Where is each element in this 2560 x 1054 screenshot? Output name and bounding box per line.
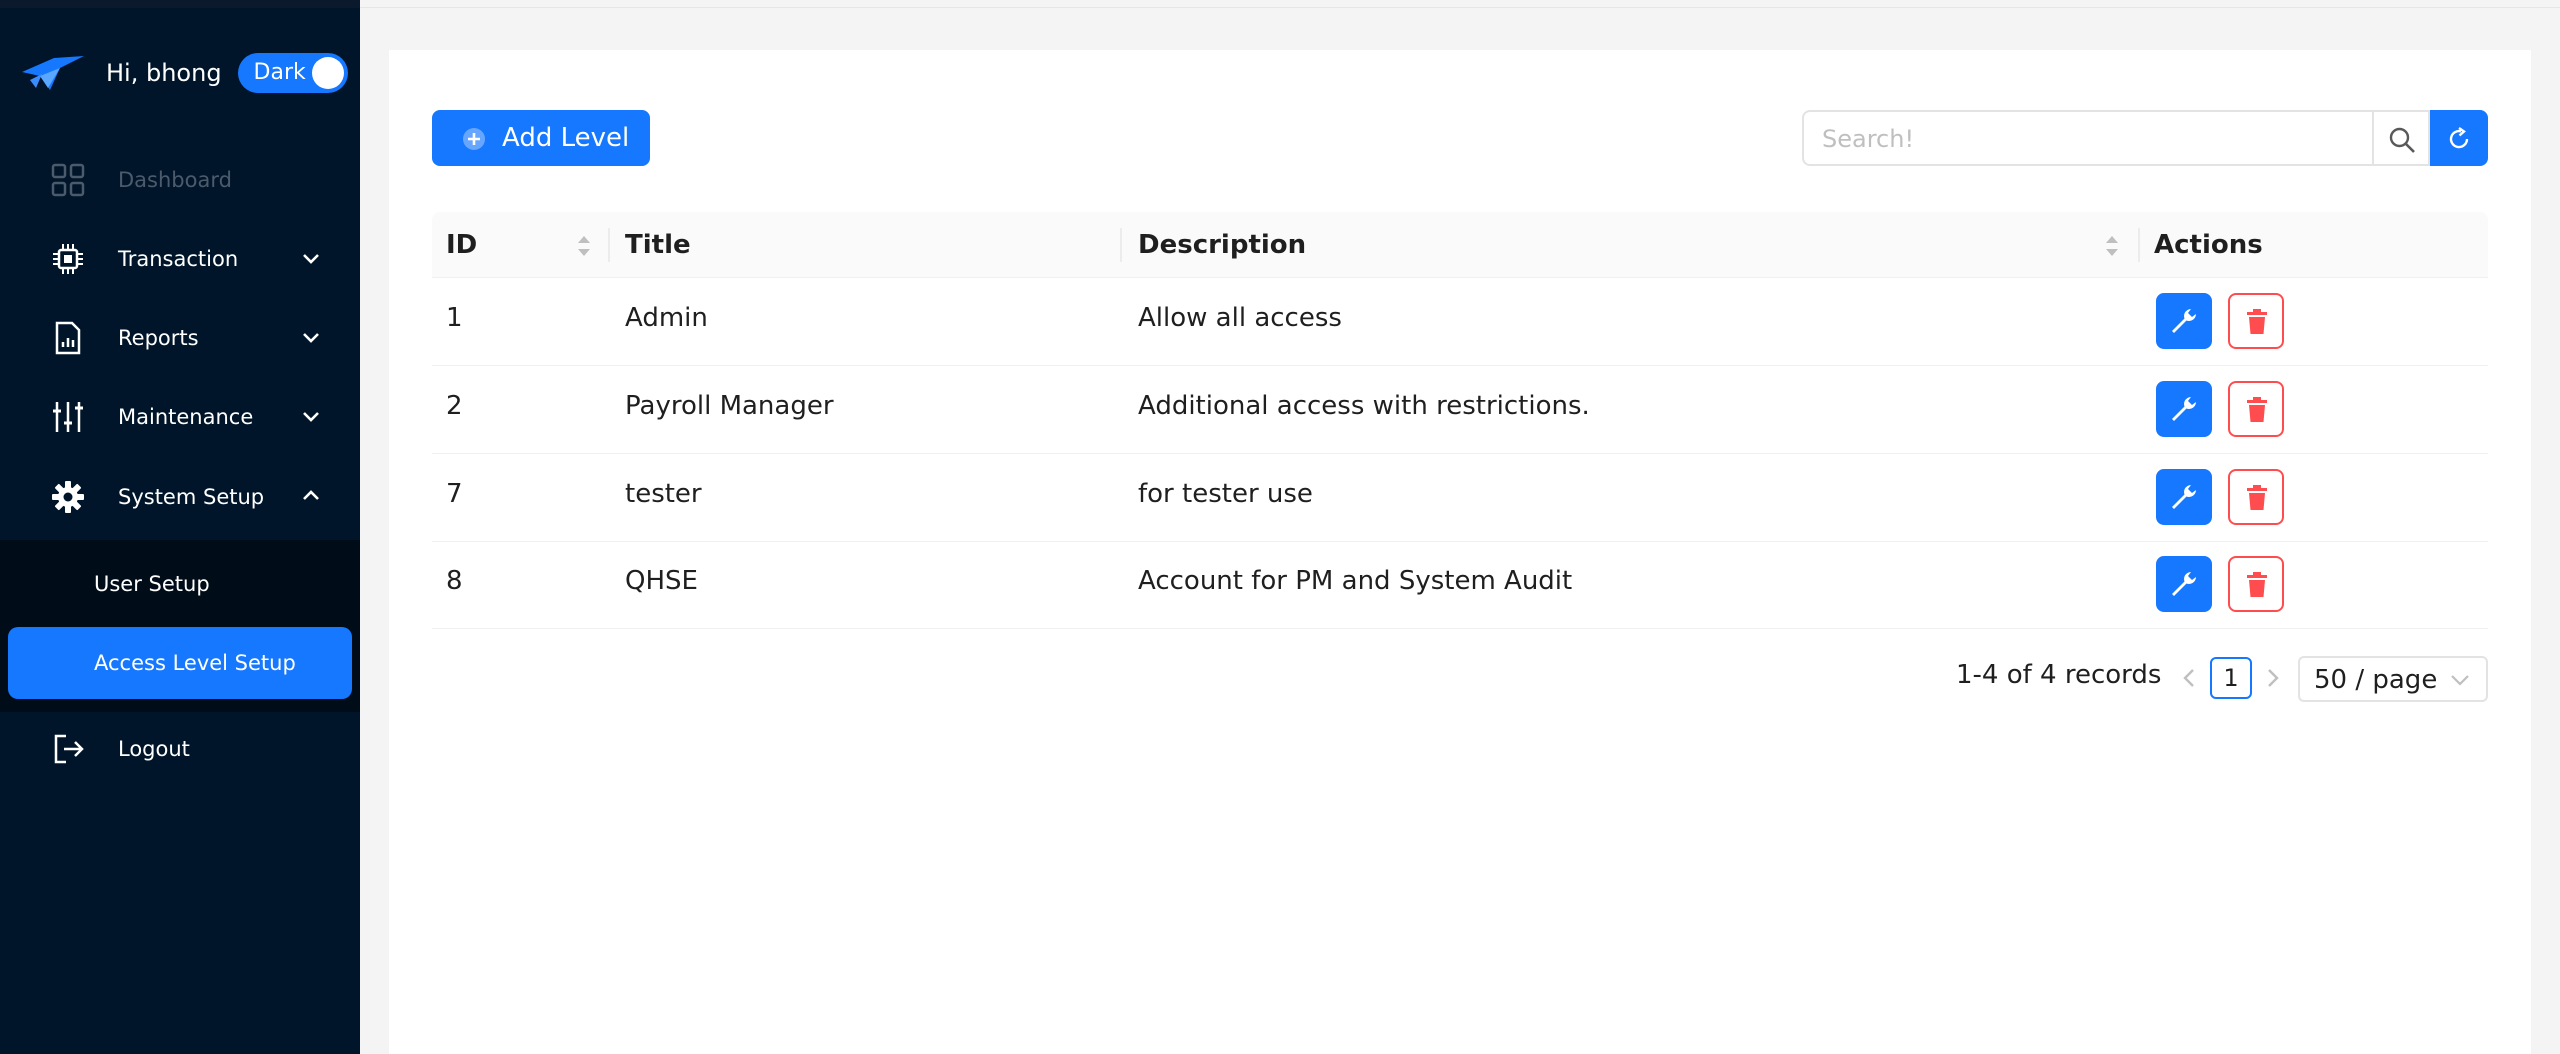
edit-button[interactable]	[2156, 381, 2212, 437]
chip-icon	[53, 244, 83, 274]
trash-icon	[2247, 309, 2267, 334]
edit-button[interactable]	[2156, 293, 2212, 349]
table-row: 8 QHSE Account for PM and System Audit	[432, 542, 2488, 629]
search-button[interactable]	[2374, 110, 2430, 166]
column-header-id[interactable]: ID	[446, 230, 477, 260]
pagination-total: 1-4 of 4 records	[1956, 660, 2162, 690]
delete-button[interactable]	[2228, 293, 2284, 349]
gear-icon	[52, 481, 84, 513]
submenu-label-access-level-setup: Access Level Setup	[94, 651, 296, 675]
menu-item-logout[interactable]: Logout	[0, 713, 360, 785]
sliders-icon	[53, 402, 83, 432]
table-header: ID Title Description Actions	[432, 212, 2488, 278]
column-header-actions: Actions	[2154, 230, 2263, 260]
column-divider	[608, 228, 610, 262]
menu-label-reports: Reports	[118, 326, 199, 350]
menu-item-reports[interactable]: Reports	[0, 302, 360, 374]
menu-label-transaction: Transaction	[118, 247, 239, 271]
page-size-label: 50 / page	[2314, 665, 2438, 695]
cell-id: 1	[446, 303, 463, 333]
cell-description: Additional access with restrictions.	[1138, 391, 1590, 421]
table-row: 2 Payroll Manager Additional access with…	[432, 367, 2488, 454]
menu-label-logout: Logout	[118, 737, 190, 761]
cell-id: 7	[446, 479, 463, 509]
theme-toggle-label: Dark	[253, 60, 306, 85]
cell-description: Allow all access	[1138, 303, 1342, 333]
cell-title: Payroll Manager	[625, 391, 834, 421]
trash-icon	[2247, 397, 2267, 422]
cell-description: Account for PM and System Audit	[1138, 566, 1573, 596]
column-header-title: Title	[625, 230, 691, 260]
add-level-label: Add Level	[502, 123, 630, 153]
cell-title: QHSE	[625, 566, 698, 596]
search-icon	[2389, 127, 2415, 153]
chevron-left-icon[interactable]	[2178, 664, 2200, 692]
menu-item-transaction[interactable]: Transaction	[0, 223, 360, 295]
plus-circle-icon	[463, 128, 485, 150]
top-bar	[360, 0, 2560, 8]
chevron-down-icon	[2451, 675, 2469, 686]
edit-button[interactable]	[2156, 469, 2212, 525]
wrench-icon	[2172, 572, 2196, 596]
chevron-up-icon	[303, 490, 319, 500]
refresh-button[interactable]	[2430, 110, 2488, 166]
wrench-icon	[2172, 485, 2196, 509]
column-divider	[2138, 228, 2140, 262]
chevron-right-icon[interactable]	[2262, 664, 2284, 692]
table-row: 7 tester for tester use	[432, 455, 2488, 542]
search-input[interactable]	[1822, 122, 2322, 156]
logout-icon	[54, 734, 84, 764]
submenu-item-access-level-setup[interactable]: Access Level Setup	[8, 627, 352, 699]
cell-id: 8	[446, 566, 463, 596]
chevron-down-icon	[303, 333, 319, 343]
chevron-down-icon	[303, 254, 319, 264]
wrench-icon	[2172, 309, 2196, 333]
trash-icon	[2247, 572, 2267, 597]
cell-id: 2	[446, 391, 463, 421]
pagination-page-current[interactable]: 1	[2210, 657, 2252, 699]
submenu-label-user-setup: User Setup	[94, 572, 210, 596]
table-row: 1 Admin Allow all access	[432, 279, 2488, 366]
column-header-description[interactable]: Description	[1138, 230, 1306, 260]
menu-label-maintenance: Maintenance	[118, 405, 254, 429]
search-box	[1802, 110, 2374, 166]
add-level-button[interactable]: Add Level	[432, 110, 650, 166]
report-icon	[55, 321, 81, 355]
delete-button[interactable]	[2228, 556, 2284, 612]
user-greeting: Hi, bhong	[106, 59, 222, 87]
menu-item-system-setup[interactable]: System Setup	[0, 461, 360, 533]
column-divider	[1120, 228, 1122, 262]
delete-button[interactable]	[2228, 469, 2284, 525]
dashboard-icon	[51, 163, 85, 197]
submenu-item-user-setup[interactable]: User Setup	[0, 548, 360, 620]
cell-title: tester	[625, 479, 702, 509]
logo-icon	[22, 56, 84, 90]
menu-label-system-setup: System Setup	[118, 485, 265, 509]
wrench-icon	[2172, 397, 2196, 421]
toggle-knob	[311, 57, 344, 89]
chevron-down-icon	[303, 412, 319, 422]
theme-toggle[interactable]: Dark	[237, 53, 348, 93]
sidebar: Hi, bhong Dark Dashboard Transaction Rep…	[0, 0, 360, 1054]
sort-icon[interactable]	[576, 232, 592, 260]
refresh-icon	[2449, 127, 2469, 149]
delete-button[interactable]	[2228, 381, 2284, 437]
menu-item-dashboard[interactable]: Dashboard	[0, 144, 360, 216]
page-size-select[interactable]: 50 / page	[2298, 656, 2488, 702]
sort-icon[interactable]	[2104, 232, 2120, 260]
menu-label-dashboard: Dashboard	[118, 168, 232, 192]
edit-button[interactable]	[2156, 556, 2212, 612]
sidebar-header: Hi, bhong Dark	[20, 50, 350, 96]
menu-item-maintenance[interactable]: Maintenance	[0, 381, 360, 453]
sidebar-top-strip	[0, 0, 360, 8]
cell-title: Admin	[625, 303, 708, 333]
cell-description: for tester use	[1138, 479, 1313, 509]
trash-icon	[2247, 485, 2267, 510]
